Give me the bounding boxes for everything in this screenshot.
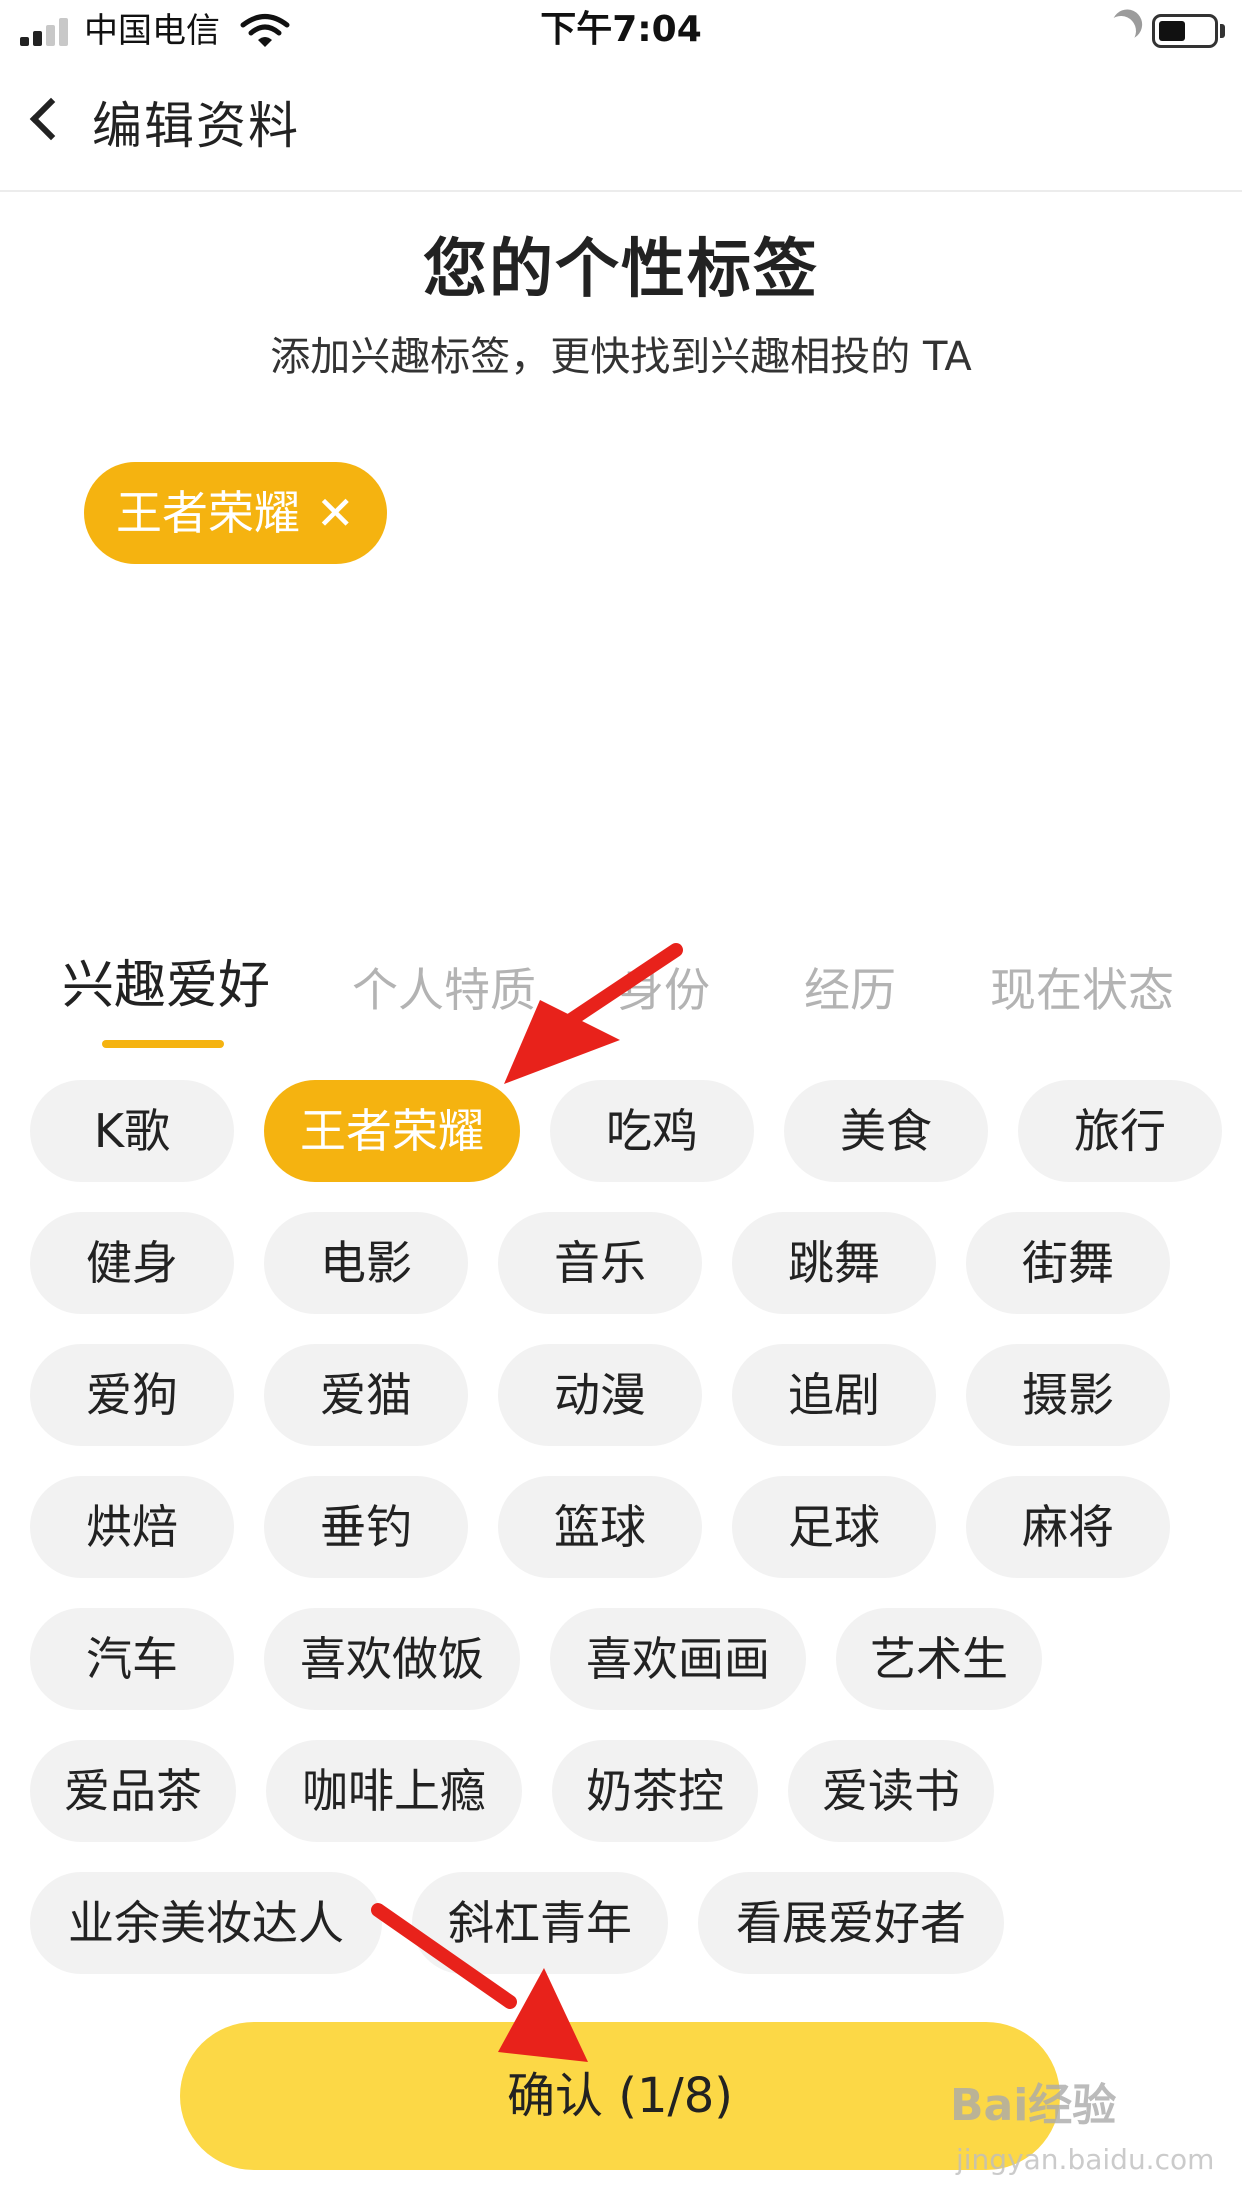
watermark-logo: Bai经验: [950, 2080, 1117, 2131]
watermark-url: jingyan.baidu.com: [956, 2143, 1215, 2176]
annotation-arrows: [371, 943, 683, 2062]
red-arrow-icon: [371, 1903, 588, 2062]
red-arrow-icon: [504, 943, 683, 1084]
